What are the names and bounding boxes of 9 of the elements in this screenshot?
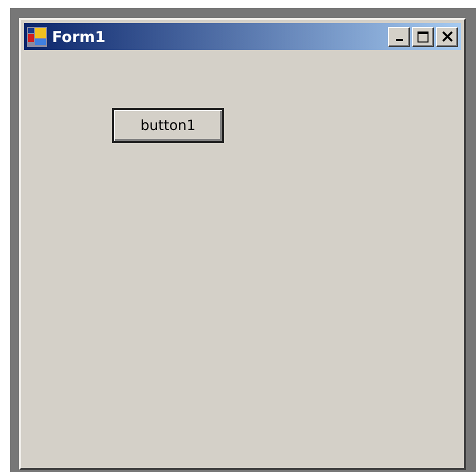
close-icon [442,31,452,42]
close-button[interactable] [436,26,458,46]
window-title: Form1 [52,28,106,46]
app-icon [27,26,47,46]
form-button[interactable]: button1 [112,108,224,143]
minimize-button[interactable] [388,26,410,46]
minimize-icon [396,39,402,41]
maximize-icon [417,30,429,42]
maximize-button[interactable] [412,26,434,46]
